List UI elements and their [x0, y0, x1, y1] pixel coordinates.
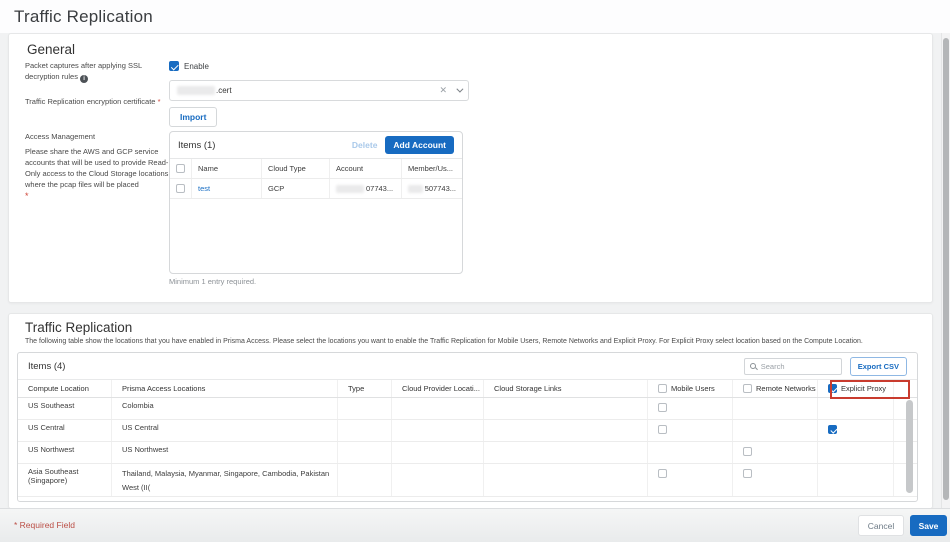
footer-bar: * Required Field Cancel Save [0, 508, 950, 542]
search-input[interactable] [761, 362, 836, 371]
column-header-cloud-type: Cloud Type [262, 159, 330, 178]
cell-compute-location: Asia Southeast (Singapore) [18, 464, 112, 496]
column-header-type: Type [338, 380, 392, 397]
table-scrollbar[interactable] [906, 400, 913, 493]
certificate-label: Traffic Replication encryption certifica… [25, 97, 185, 108]
redacted-value [336, 185, 364, 193]
mobile-users-header-checkbox[interactable] [658, 384, 667, 393]
cell-member: 507743... [402, 179, 462, 198]
column-header-mobile-users: Mobile Users [648, 380, 733, 397]
traffic-replication-heading: Traffic Replication [25, 320, 132, 335]
save-button[interactable]: Save [910, 515, 947, 536]
search-icon [750, 363, 757, 370]
column-header-explicit-proxy: Explicit Proxy [818, 380, 894, 397]
packet-captures-label: Packet captures after applying SSL decry… [25, 61, 145, 83]
cell-prisma-access-locations: Colombia [112, 398, 338, 419]
enable-checkbox[interactable] [169, 61, 179, 71]
cell-prisma-access-locations: US Central [112, 420, 338, 441]
mobile-users-checkbox[interactable] [658, 403, 667, 412]
table-row: US Southeast Colombia [18, 398, 917, 420]
locations-table-header: Compute Location Prisma Access Locations… [18, 379, 917, 398]
access-table-header: Name Cloud Type Account Member/Us... [170, 159, 462, 179]
enable-label: Enable [184, 62, 209, 71]
chevron-down-icon[interactable] [456, 86, 463, 93]
explicit-proxy-header-checkbox[interactable] [828, 384, 837, 393]
locations-table-toolbar: Items (4) Export CSV [18, 353, 917, 379]
table-row: Asia Southeast (Singapore) Thailand, Mal… [18, 464, 917, 497]
column-header-remote-networks: Remote Networks [733, 380, 818, 397]
certificate-select[interactable]: .cert ✕ [169, 80, 469, 101]
remote-networks-header-checkbox[interactable] [743, 384, 752, 393]
page-title: Traffic Replication [14, 7, 153, 27]
remote-networks-checkbox[interactable] [743, 447, 752, 456]
table-row: US Central US Central [18, 420, 917, 442]
table-row: US Northwest US Northwest [18, 442, 917, 464]
cell-compute-location: US Northwest [18, 442, 112, 463]
certificate-value: .cert [177, 86, 439, 95]
minimum-entry-note: Minimum 1 entry required. [169, 277, 256, 286]
cell-compute-location: US Southeast [18, 398, 112, 419]
traffic-replication-description: The following table show the locations t… [25, 338, 920, 345]
access-management-label: Access Management [25, 132, 95, 143]
items-count: Items (4) [28, 361, 65, 372]
account-name-link[interactable]: test [192, 179, 262, 198]
traffic-replication-section: Traffic Replication The following table … [8, 313, 933, 509]
mobile-users-checkbox[interactable] [658, 469, 667, 478]
cell-prisma-access-locations: Thailand, Malaysia, Myanmar, Singapore, … [112, 464, 338, 496]
table-row: test GCP 07743... 507743... [170, 179, 462, 199]
page-scrollbar-thumb[interactable] [943, 38, 949, 500]
required-asterisk: * [158, 97, 161, 106]
general-heading: General [27, 42, 75, 57]
cell-cloud-type: GCP [262, 179, 330, 198]
general-section: General Packet captures after applying S… [8, 33, 933, 303]
cancel-button[interactable]: Cancel [858, 515, 904, 536]
explicit-proxy-checkbox[interactable] [828, 425, 837, 434]
required-field-note: * Required Field [14, 520, 75, 530]
select-all-checkbox[interactable] [176, 164, 185, 173]
column-header-name: Name [192, 159, 262, 178]
export-csv-button[interactable]: Export CSV [850, 357, 907, 376]
add-account-button[interactable]: Add Account [385, 136, 454, 154]
top-bar: Traffic Replication [0, 0, 950, 33]
column-header-compute-location: Compute Location [18, 380, 112, 397]
mobile-users-checkbox[interactable] [658, 425, 667, 434]
access-management-description: Please share the AWS and GCP service acc… [25, 147, 169, 191]
cell-account: 07743... [330, 179, 402, 198]
redacted-value [177, 86, 215, 95]
access-table-toolbar: Items (1) Delete Add Account [170, 132, 462, 158]
required-asterisk: * [25, 191, 29, 201]
remote-networks-checkbox[interactable] [743, 469, 752, 478]
column-header-cloud-storage-links: Cloud Storage Links [484, 380, 648, 397]
column-header-account: Account [330, 159, 402, 178]
import-button[interactable]: Import [169, 107, 217, 127]
row-checkbox[interactable] [176, 184, 185, 193]
locations-table: Items (4) Export CSV Compute Location Pr… [17, 352, 918, 502]
column-header-member: Member/Us... [402, 159, 462, 178]
cell-compute-location: US Central [18, 420, 112, 441]
column-header-cloud-provider-locations: Cloud Provider Locati... [392, 380, 484, 397]
items-count: Items (1) [178, 140, 215, 151]
delete-button[interactable]: Delete [352, 140, 378, 150]
column-header-prisma-access-locations: Prisma Access Locations [112, 380, 338, 397]
search-box [744, 358, 842, 375]
page-scrollbar-track[interactable] [941, 33, 950, 508]
enable-checkbox-row: Enable [169, 61, 209, 71]
clear-icon[interactable]: ✕ [439, 85, 447, 96]
redacted-value [408, 185, 423, 193]
cell-prisma-access-locations: US Northwest [112, 442, 338, 463]
info-icon[interactable]: i [80, 75, 88, 83]
access-accounts-table: Items (1) Delete Add Account Name Cloud … [169, 131, 463, 274]
